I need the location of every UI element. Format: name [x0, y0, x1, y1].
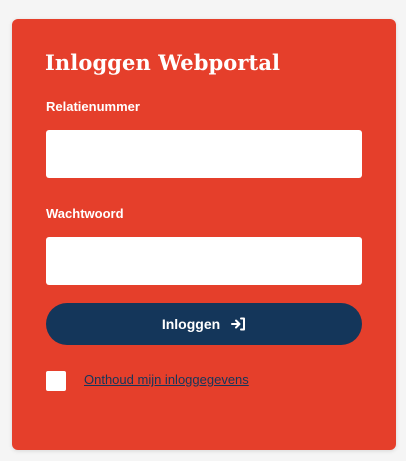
password-input[interactable] [46, 237, 362, 285]
remember-me-checkbox[interactable] [46, 371, 66, 391]
sign-in-arrow-icon [230, 316, 246, 332]
relation-number-label: Relatienummer [46, 99, 140, 114]
login-button-label: Inloggen [161, 316, 221, 332]
login-panel: Inloggen Webportal Relatienummer Wachtwo… [12, 19, 396, 450]
login-title: Inloggen Webportal [45, 50, 281, 75]
password-label: Wachtwoord [46, 206, 124, 221]
relation-number-input[interactable] [46, 130, 362, 178]
remember-me-link[interactable]: Onthoud mijn inloggegevens [84, 372, 249, 387]
login-button[interactable]: Inloggen [46, 303, 362, 345]
